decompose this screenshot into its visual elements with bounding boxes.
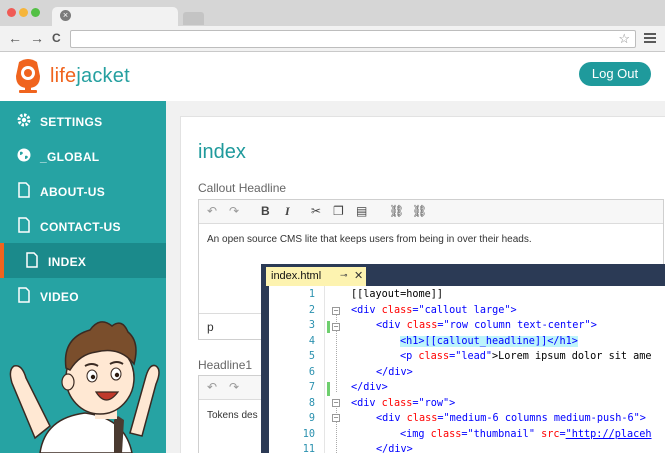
code-line: <div class="callout large"> xyxy=(351,304,517,316)
sidebar-item-label: ABOUT-US xyxy=(40,185,106,199)
browser-menu-icon[interactable] xyxy=(644,33,656,43)
undo-icon[interactable]: ↶ xyxy=(207,204,217,218)
logo-wordmark: lifejacket xyxy=(50,65,130,87)
code-line: </div> xyxy=(376,444,413,453)
line-number: 5 xyxy=(308,351,315,362)
back-arrow-icon[interactable]: ← xyxy=(8,30,22,46)
file-icon xyxy=(18,287,30,303)
logout-button[interactable]: Log Out xyxy=(579,62,651,86)
file-icon xyxy=(18,182,30,198)
browser-tab[interactable]: × xyxy=(52,7,178,26)
bookmark-star-icon[interactable]: ☆ xyxy=(618,31,630,47)
field-label-headline1: Headline1 xyxy=(198,358,253,372)
change-marker xyxy=(327,321,330,333)
code-area[interactable]: 1 2 3 4 5 6 7 8 9 10 11 − − − − [[layout… xyxy=(269,286,665,453)
pin-icon[interactable]: ⊸ xyxy=(340,270,348,281)
tab-close-icon[interactable]: × xyxy=(60,10,71,21)
code-line: <div class="row column text-center"> xyxy=(376,320,597,331)
reload-icon[interactable]: C xyxy=(52,31,61,45)
sidebar-item-label: VIDEO xyxy=(40,290,79,304)
code-file-tab[interactable]: index.html ⊸ ✕ xyxy=(266,267,366,286)
italic-icon[interactable]: I xyxy=(285,204,290,219)
bold-icon[interactable]: B xyxy=(261,204,270,218)
line-number: 8 xyxy=(308,397,315,409)
code-tabbar: index.html ⊸ ✕ xyxy=(261,264,665,286)
line-number: 4 xyxy=(308,335,315,347)
line-number: 9 xyxy=(308,413,315,424)
redo-icon[interactable]: ↷ xyxy=(229,380,239,394)
line-number: 11 xyxy=(302,444,315,453)
code-line: </div> xyxy=(376,366,413,378)
sidebar-item-about-us[interactable]: ABOUT-US xyxy=(0,173,166,208)
close-window-dot[interactable] xyxy=(7,8,16,17)
page-title: index xyxy=(198,141,246,163)
fold-toggle-icon[interactable]: − xyxy=(332,399,340,407)
line-number: 10 xyxy=(302,428,315,440)
sidebar-item-settings[interactable]: SETTINGS xyxy=(0,103,166,138)
close-tab-icon[interactable]: ✕ xyxy=(354,269,363,282)
sidebar-item-label: _GLOBAL xyxy=(40,150,100,164)
forward-arrow-icon[interactable]: → xyxy=(30,30,44,46)
link-icon[interactable]: ⛓ xyxy=(389,204,404,218)
field-label-callout-headline: Callout Headline xyxy=(198,181,287,195)
code-line: <div class="medium-6 columns medium-push… xyxy=(376,413,646,424)
line-number: 6 xyxy=(308,366,315,378)
change-marker xyxy=(327,382,330,396)
fold-toggle-icon[interactable]: − xyxy=(332,323,340,331)
sidebar-item-index[interactable]: INDEX xyxy=(0,243,166,278)
undo-icon[interactable]: ↶ xyxy=(207,380,217,394)
gear-icon xyxy=(17,113,31,127)
sidebar-item-label: CONTACT-US xyxy=(40,220,121,234)
fold-toggle-icon[interactable]: − xyxy=(332,414,340,422)
cut-icon[interactable]: ✂ xyxy=(311,204,321,218)
code-line: [[layout=home]] xyxy=(351,289,444,300)
screen: × ← → C ☆ lifejacket Log Out SETTINGS _G… xyxy=(0,0,665,453)
code-tab-label: index.html xyxy=(271,270,322,282)
app-header: lifejacket Log Out xyxy=(0,53,665,101)
sidebar-item-label: SETTINGS xyxy=(40,115,103,129)
line-number: 7 xyxy=(308,382,315,393)
copy-icon[interactable]: ❐ xyxy=(333,204,344,218)
redo-icon[interactable]: ↷ xyxy=(229,204,239,218)
sidebar-item-contact-us[interactable]: CONTACT-US xyxy=(0,208,166,243)
maximize-window-dot[interactable] xyxy=(31,8,40,17)
fold-guide xyxy=(336,404,337,453)
line-number: 2 xyxy=(308,304,315,316)
file-icon xyxy=(18,217,30,233)
file-icon xyxy=(26,252,38,268)
lifejacket-logo-icon xyxy=(16,59,40,93)
mascot-illustration xyxy=(9,321,160,453)
browser-titlebar: × xyxy=(0,0,665,26)
unlink-icon[interactable]: ⛓ xyxy=(412,204,427,218)
address-bar[interactable]: ☆ xyxy=(70,30,636,48)
code-editor-window: index.html ⊸ ✕ 1 2 3 4 5 6 7 8 9 10 11 − xyxy=(261,264,665,453)
code-line: <img class="thumbnail" src="http://place… xyxy=(400,428,652,440)
globe-icon xyxy=(17,148,31,162)
editor-content[interactable]: An open source CMS lite that keeps users… xyxy=(199,224,663,255)
line-number: 3 xyxy=(308,320,315,331)
minimize-window-dot[interactable] xyxy=(19,8,28,17)
new-tab-button[interactable] xyxy=(183,12,204,25)
sidebar-item-global[interactable]: _GLOBAL xyxy=(0,138,166,173)
browser-toolbar: ← → C ☆ xyxy=(0,26,665,52)
code-line: <p class="lead">Lorem ipsum dolor sit am… xyxy=(400,351,652,362)
line-number: 1 xyxy=(308,289,315,300)
code-line: </div> xyxy=(351,382,388,393)
paste-icon[interactable]: ▤ xyxy=(356,204,367,218)
code-line: <div class="row"> xyxy=(351,397,456,409)
editor-toolbar: ↶ ↷ B I ✂ ❐ ▤ ⛓ ⛓ xyxy=(199,200,663,224)
code-line-highlighted: <h1>[[callout_headline]]</h1> xyxy=(400,335,578,347)
sidebar-item-label: INDEX xyxy=(48,255,87,269)
fold-toggle-icon[interactable]: − xyxy=(332,307,340,315)
